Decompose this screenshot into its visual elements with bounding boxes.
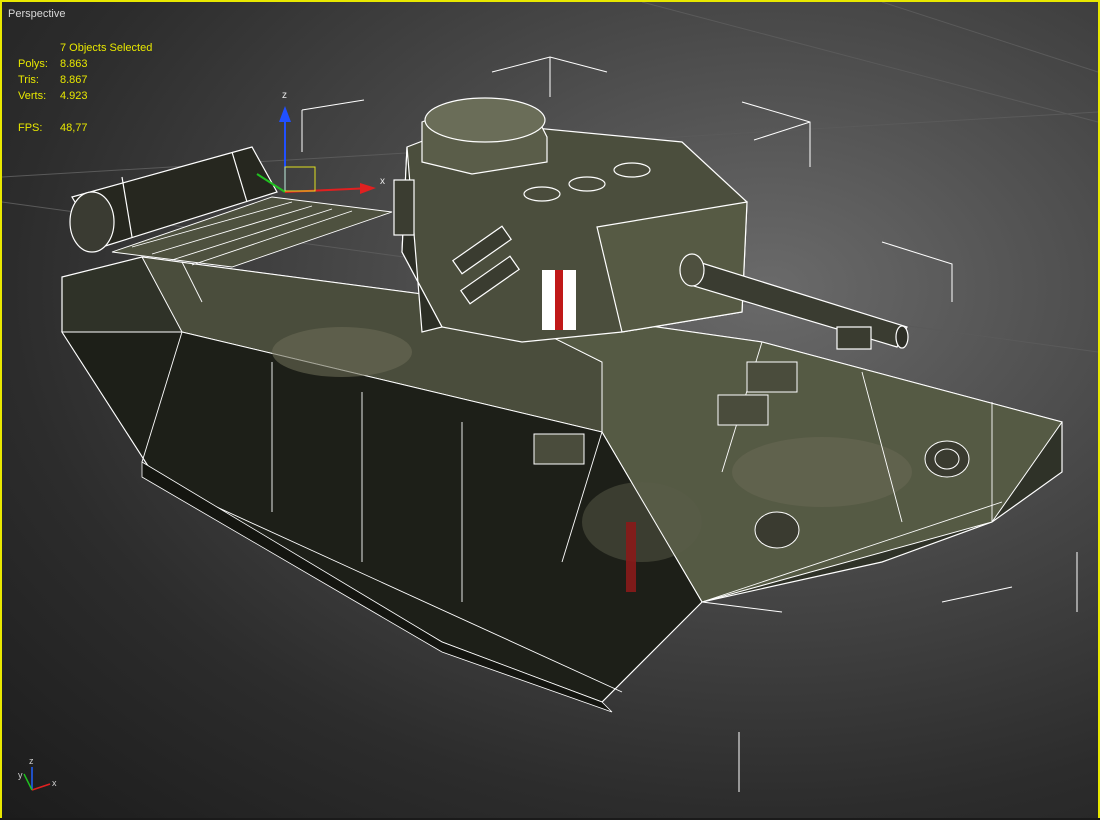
polys-value: 8.863 [60, 58, 88, 70]
tripod-y-label: y [18, 770, 23, 780]
verts-value: 4.923 [60, 90, 88, 102]
fps-label: FPS: [18, 122, 43, 134]
selection-count: 7 Objects Selected [60, 42, 153, 54]
gizmo-z-label: z [282, 90, 287, 101]
move-gizmo-icon[interactable]: z x [256, 90, 385, 194]
tris-label: Tris: [18, 74, 39, 86]
perspective-viewport[interactable]: z x z y x Perspective 7 Objects Selected… [0, 0, 1100, 820]
verts-label: Verts: [18, 90, 47, 102]
viewport-statistics: 7 Objects Selected Polys: 8.863 Tris: 8.… [18, 40, 152, 136]
polys-row: Polys: 8.863 [18, 56, 152, 72]
tank-turret[interactable] [393, 97, 748, 343]
tripod-z-label: z [29, 756, 34, 766]
verts-row: Verts: 4.923 [18, 88, 152, 104]
polys-label: Polys: [18, 58, 48, 70]
fps-row: FPS: 48,77 [18, 120, 152, 136]
fps-value: 48,77 [60, 122, 88, 134]
tripod-x-label: x [52, 778, 57, 788]
tank-model-render[interactable]: z x z y x [2, 2, 1098, 818]
stats-spacer [18, 104, 152, 120]
tris-value: 8.867 [60, 74, 88, 86]
gizmo-x-label: x [380, 176, 385, 187]
tris-row: Tris: 8.867 [18, 72, 152, 88]
view-axis-tripod-icon: z y x [18, 756, 57, 791]
viewport-label[interactable]: Perspective [8, 8, 65, 20]
